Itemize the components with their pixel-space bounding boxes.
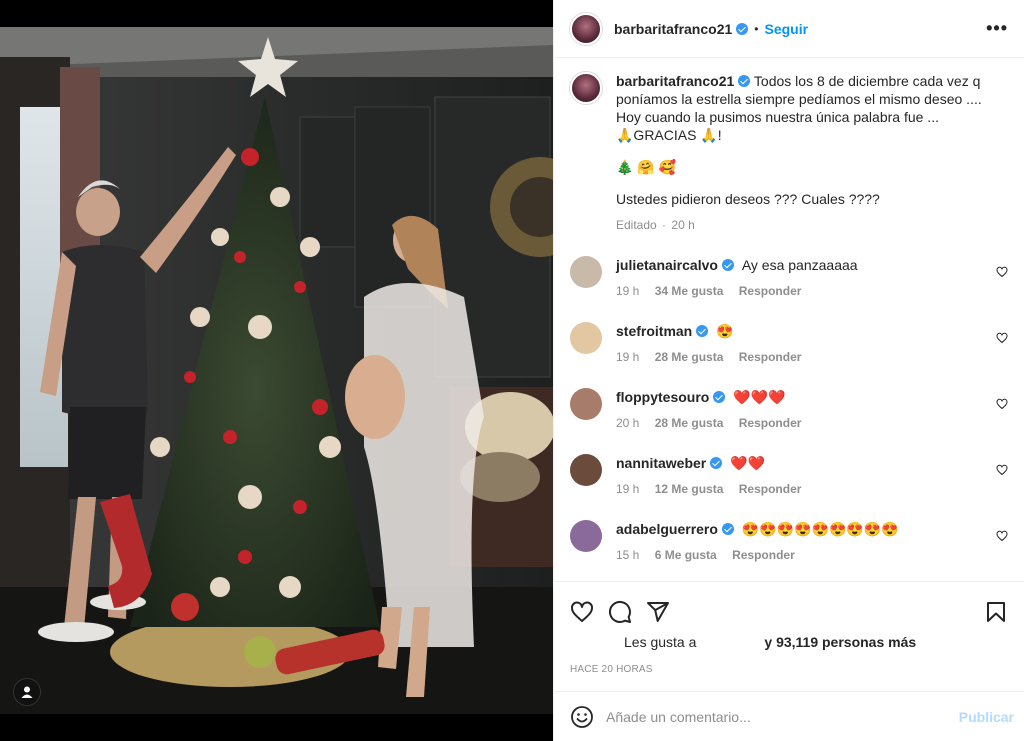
author-avatar[interactable]	[570, 12, 602, 45]
comment-time[interactable]: 20 h	[616, 416, 639, 430]
likes-count[interactable]: y 93,119 personas más	[764, 634, 916, 650]
post-timestamp[interactable]: HACE 20 HORAS	[554, 650, 1024, 675]
like-comment-heart-icon[interactable]	[996, 332, 1008, 344]
verified-badge-icon	[710, 457, 723, 469]
commenter-avatar[interactable]	[570, 256, 602, 288]
caption-body: barbaritafranco21 Todos los 8 de diciemb…	[616, 72, 1008, 234]
caption-username[interactable]: barbaritafranco21	[616, 73, 734, 89]
reply-button[interactable]: Responder	[739, 482, 802, 496]
comment-row: adabelguerrero 😍😍😍😍😍😍😍😍😍 15 h 6 Me gusta…	[570, 520, 1008, 564]
comment-time[interactable]: 15 h	[616, 548, 639, 562]
comment-row: nannitaweber ❤️❤️ 19 h 12 Me gusta Respo…	[570, 454, 1008, 498]
more-options-icon[interactable]: •••	[986, 18, 1008, 39]
verified-badge-icon	[736, 22, 749, 35]
heart-icon[interactable]	[570, 600, 594, 624]
like-comment-heart-icon[interactable]	[996, 530, 1008, 542]
comment-time[interactable]: 19 h	[616, 482, 639, 496]
emoji-icon[interactable]	[570, 705, 594, 729]
comment-likes[interactable]: 28 Me gusta	[655, 416, 724, 430]
comment-username[interactable]: nannitaweber	[616, 455, 706, 471]
verified-badge-icon	[721, 523, 734, 535]
reply-button[interactable]: Responder	[739, 350, 802, 364]
verified-badge-icon	[713, 391, 726, 403]
action-icons-bar	[554, 582, 1024, 630]
likes-prefix: Les gusta a	[624, 634, 697, 650]
commenter-avatar[interactable]	[570, 520, 602, 552]
verified-badge-icon	[738, 75, 751, 87]
comment-text: 😍😍😍😍😍😍😍😍😍	[741, 521, 899, 537]
separator-dot: •	[754, 21, 759, 36]
like-comment-heart-icon[interactable]	[996, 398, 1008, 410]
verified-badge-icon	[721, 259, 734, 271]
comment-likes[interactable]: 12 Me gusta	[655, 482, 724, 496]
like-comment-heart-icon[interactable]	[996, 464, 1008, 476]
comment-text: ❤️❤️	[730, 455, 766, 471]
caption-edited: Editado	[616, 218, 657, 232]
commenter-avatar[interactable]	[570, 322, 602, 354]
comment-row: floppytesouro ❤️❤️❤️ 20 h 28 Me gusta Re…	[570, 388, 1008, 432]
reply-button[interactable]: Responder	[739, 416, 802, 430]
bookmark-icon[interactable]	[984, 600, 1008, 624]
comment-time[interactable]: 19 h	[616, 284, 639, 298]
comments-list[interactable]: barbaritafranco21 Todos los 8 de diciemb…	[554, 58, 1024, 581]
caption-avatar[interactable]	[570, 72, 602, 104]
comment-row: julietanaircalvo Ay esa panzaaaaa 19 h 3…	[570, 256, 1008, 300]
author-username[interactable]: barbaritafranco21	[614, 21, 732, 37]
photo-panel	[0, 0, 553, 741]
caption: barbaritafranco21 Todos los 8 de diciemb…	[570, 72, 1008, 234]
post-side-panel: barbaritafranco21 • Seguir ••• barbarita…	[553, 0, 1024, 741]
comment-input[interactable]	[606, 708, 959, 725]
user-icon	[21, 686, 33, 698]
reply-button[interactable]: Responder	[732, 548, 795, 562]
caption-line-2: 🙏GRACIAS 🙏!	[616, 127, 722, 143]
comment-text: ❤️❤️❤️	[733, 389, 786, 405]
post-actions: Les gusta a y 93,119 personas más HACE 2…	[554, 581, 1024, 691]
comment-likes[interactable]: 34 Me gusta	[655, 284, 724, 298]
share-icon[interactable]	[646, 600, 670, 624]
post-header: barbaritafranco21 • Seguir •••	[554, 0, 1024, 58]
post-comment-button[interactable]: Publicar	[959, 709, 1014, 725]
comment-text: Ay esa panzaaaaa	[741, 257, 858, 273]
comment-text: 😍	[716, 323, 734, 339]
likes-summary[interactable]: Les gusta a y 93,119 personas más	[554, 630, 1024, 650]
caption-time[interactable]: 20 h	[671, 218, 694, 232]
caption-emoji-line: 🎄 🤗 🥰	[616, 159, 677, 175]
add-comment-bar: Publicar	[554, 691, 1024, 741]
comment-time[interactable]: 19 h	[616, 350, 639, 364]
comment-row: stefroitman 😍 19 h 28 Me gusta Responder	[570, 322, 1008, 366]
comment-icon[interactable]	[608, 600, 632, 624]
caption-meta: Editado · 20 h	[616, 218, 695, 232]
comment-likes[interactable]: 28 Me gusta	[655, 350, 724, 364]
commenter-avatar[interactable]	[570, 454, 602, 486]
caption-question: Ustedes pidieron deseos ??? Cuales ????	[616, 191, 880, 207]
comment-username[interactable]: floppytesouro	[616, 389, 709, 405]
post-photo[interactable]	[0, 27, 553, 714]
comment-username[interactable]: stefroitman	[616, 323, 692, 339]
verified-badge-icon	[696, 325, 709, 337]
comment-likes[interactable]: 6 Me gusta	[655, 548, 717, 562]
like-comment-heart-icon[interactable]	[996, 266, 1008, 278]
commenter-avatar[interactable]	[570, 388, 602, 420]
follow-button[interactable]: Seguir	[764, 21, 808, 37]
comment-username[interactable]: julietanaircalvo	[616, 257, 718, 273]
christmas-tree-photo	[0, 27, 553, 714]
reply-button[interactable]: Responder	[739, 284, 802, 298]
comment-username[interactable]: adabelguerrero	[616, 521, 718, 537]
tagged-users-button[interactable]	[13, 678, 41, 706]
